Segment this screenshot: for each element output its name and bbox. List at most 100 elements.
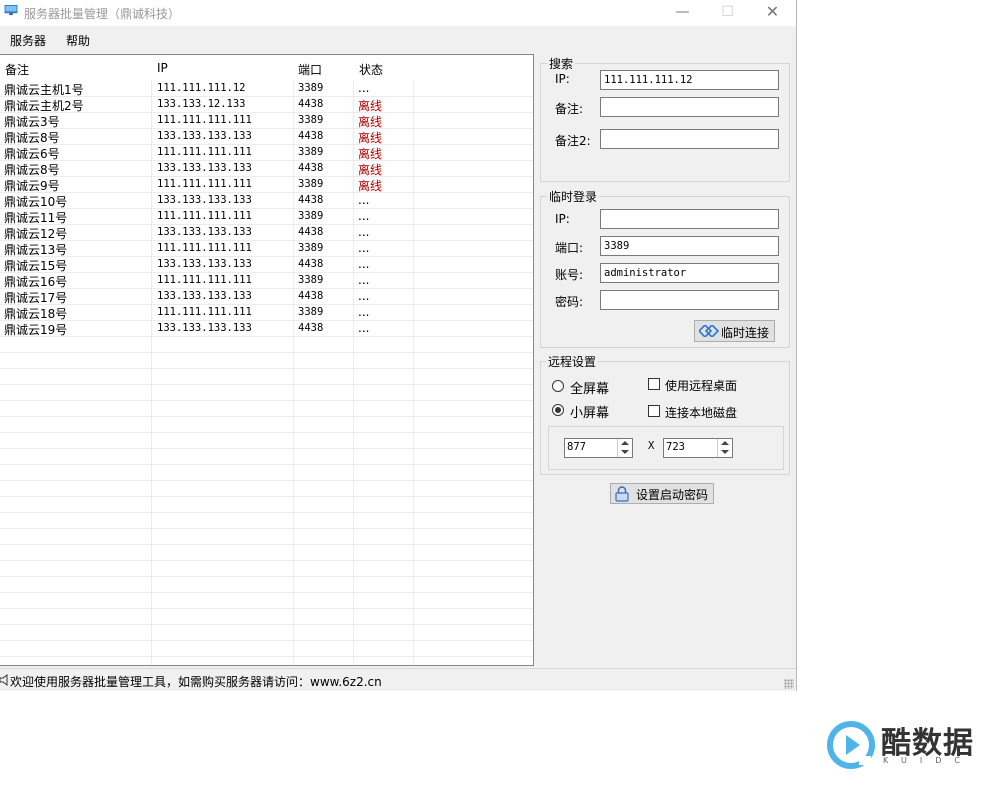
column-header-ip[interactable]: IP: [157, 61, 168, 75]
column-header-port[interactable]: 端口: [298, 61, 322, 78]
close-button[interactable]: ✕: [750, 0, 795, 26]
empty-table-row[interactable]: [0, 369, 533, 385]
resolution-panel: 877 X 723: [548, 426, 784, 470]
temp-login-group: 临时登录 IP: 端口: 3389 账号: administrator 密码: …: [540, 188, 790, 348]
small-screen-radio[interactable]: [552, 404, 564, 416]
table-row[interactable]: 鼎诚云16号 111.111.111.111 3389...: [0, 273, 533, 289]
height-spinner-arrows[interactable]: [717, 439, 732, 457]
resize-grip-icon[interactable]: [784, 679, 794, 689]
empty-table-row[interactable]: [0, 385, 533, 401]
login-password-label: 密码:: [555, 295, 584, 309]
maximize-button[interactable]: ☐: [705, 0, 750, 26]
table-row[interactable]: 鼎诚云18号 111.111.111.111 3389...: [0, 305, 533, 321]
empty-table-row[interactable]: [0, 561, 533, 577]
empty-table-row[interactable]: [0, 545, 533, 561]
menu-server[interactable]: 服务器: [10, 32, 46, 49]
fullscreen-label: 全屏幕: [570, 382, 610, 397]
cell-status: 离线: [358, 147, 383, 161]
empty-table-row[interactable]: [0, 481, 533, 497]
menu-help[interactable]: 帮助: [66, 32, 90, 49]
empty-table-row[interactable]: [0, 529, 533, 545]
column-header-note[interactable]: 备注: [5, 61, 29, 78]
search-note2-input[interactable]: [600, 129, 779, 149]
server-table[interactable]: 备注 IP 端口 状态 鼎诚云主机1号 111.111.111.12 3389...…: [0, 54, 534, 666]
temp-login-group-title: 临时登录: [547, 188, 600, 205]
search-ip-label: IP:: [555, 72, 570, 86]
table-row[interactable]: 鼎诚云主机2号 133.133.12.133 4438 离线: [0, 97, 533, 113]
cell-port: 4438: [298, 226, 324, 238]
table-row[interactable]: 鼎诚云13号 111.111.111.111 3389...: [0, 241, 533, 257]
spin-down-icon[interactable]: [721, 450, 729, 454]
login-password-input[interactable]: [600, 290, 779, 310]
connect-icon: [699, 325, 719, 337]
table-row[interactable]: 鼎诚云6号 111.111.111.111 3389 离线: [0, 145, 533, 161]
login-ip-input[interactable]: [600, 209, 779, 229]
empty-table-row[interactable]: [0, 401, 533, 417]
empty-table-row[interactable]: [0, 497, 533, 513]
use-remote-desktop-checkbox[interactable]: [648, 378, 660, 390]
width-spinner-arrows[interactable]: [617, 439, 632, 457]
table-row[interactable]: 鼎诚云15号 133.133.133.133 4438...: [0, 257, 533, 273]
empty-table-row[interactable]: [0, 641, 533, 657]
minimize-button[interactable]: —: [660, 0, 705, 26]
empty-table-row[interactable]: [0, 449, 533, 465]
temp-connect-button[interactable]: 临时连接: [694, 320, 775, 342]
cell-ip: 133.133.133.133: [157, 290, 252, 302]
cell-port: 3389: [298, 82, 324, 94]
search-note2-label: 备注2:: [555, 134, 591, 148]
use-remote-desktop-label: 使用远程桌面: [665, 379, 738, 393]
search-note-input[interactable]: [600, 97, 779, 117]
cell-note: 鼎诚云17号: [4, 291, 68, 305]
height-value: 723: [666, 441, 685, 453]
remote-group-title: 远程设置: [546, 353, 599, 370]
width-spinner[interactable]: 877: [564, 438, 633, 458]
cell-note: 鼎诚云11号: [4, 211, 68, 225]
table-row[interactable]: 鼎诚云12号 133.133.133.133 4438...: [0, 225, 533, 241]
local-disk-checkbox[interactable]: [648, 405, 660, 417]
login-account-input[interactable]: administrator: [600, 263, 779, 283]
cell-status: ...: [358, 289, 370, 303]
search-ip-input[interactable]: 111.111.111.12: [600, 70, 779, 90]
cell-status: ...: [358, 257, 370, 271]
table-row[interactable]: 鼎诚云主机1号 111.111.111.12 3389...: [0, 81, 533, 97]
set-startup-password-button[interactable]: 设置启动密码: [610, 483, 714, 504]
height-spinner[interactable]: 723: [663, 438, 733, 458]
spin-down-icon[interactable]: [621, 450, 629, 454]
empty-table-row[interactable]: [0, 337, 533, 353]
fullscreen-radio[interactable]: [552, 380, 564, 392]
table-row[interactable]: 鼎诚云11号 111.111.111.111 3389...: [0, 209, 533, 225]
empty-table-row[interactable]: [0, 513, 533, 529]
spin-up-icon[interactable]: [721, 441, 729, 445]
empty-table-row[interactable]: [0, 593, 533, 609]
empty-table-row[interactable]: [0, 353, 533, 369]
login-port-input[interactable]: 3389: [600, 236, 779, 256]
column-header-status[interactable]: 状态: [359, 61, 383, 78]
login-ip-label: IP:: [555, 212, 570, 226]
cell-note: 鼎诚云19号: [4, 323, 68, 337]
empty-table-row[interactable]: [0, 433, 533, 449]
cell-port: 4438: [298, 290, 324, 302]
table-row[interactable]: 鼎诚云10号 133.133.133.133 4438...: [0, 193, 533, 209]
cell-ip: 111.111.111.12: [157, 82, 246, 94]
watermark-logo: 酷数据 KUIDC: [826, 718, 976, 774]
cell-status: ...: [358, 209, 370, 223]
title-bar[interactable]: 服务器批量管理（鼎诚科技） — ☐ ✕: [0, 0, 796, 26]
cell-note: 鼎诚云12号: [4, 227, 68, 241]
cell-port: 3389: [298, 146, 324, 158]
table-row[interactable]: 鼎诚云8号 133.133.133.133 4438 离线: [0, 129, 533, 145]
spin-up-icon[interactable]: [621, 441, 629, 445]
table-row[interactable]: 鼎诚云17号 133.133.133.133 4438...: [0, 289, 533, 305]
empty-table-row[interactable]: [0, 609, 533, 625]
empty-table-row[interactable]: [0, 577, 533, 593]
cell-status: 离线: [358, 99, 383, 113]
empty-table-row[interactable]: [0, 625, 533, 641]
menu-bar: 服务器 帮助: [0, 28, 796, 52]
table-row[interactable]: 鼎诚云9号 111.111.111.111 3389 离线: [0, 177, 533, 193]
empty-table-row[interactable]: [0, 417, 533, 433]
table-row[interactable]: 鼎诚云3号 111.111.111.111 3389 离线: [0, 113, 533, 129]
table-row[interactable]: 鼎诚云19号 133.133.133.133 4438...: [0, 321, 533, 337]
empty-table-row[interactable]: [0, 465, 533, 481]
search-group: 搜索 IP: 111.111.111.12 备注: 备注2:: [540, 55, 790, 182]
table-row[interactable]: 鼎诚云8号 133.133.133.133 4438 离线: [0, 161, 533, 177]
cell-ip: 111.111.111.111: [157, 146, 252, 158]
